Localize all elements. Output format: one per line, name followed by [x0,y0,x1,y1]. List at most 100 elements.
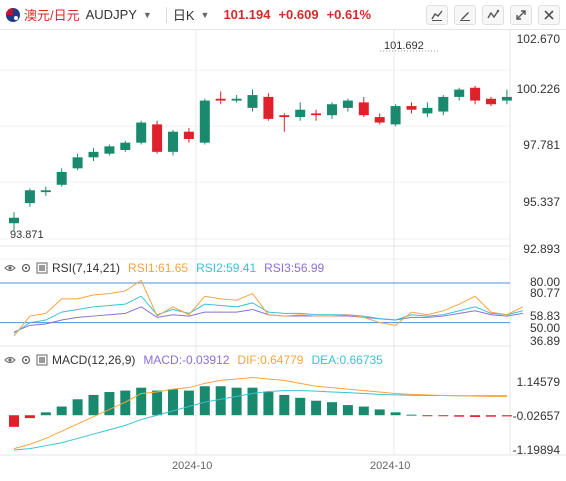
settings-button[interactable] [538,5,560,25]
indicator-toggle-icon[interactable] [36,354,48,366]
macd-histogram-bar [295,397,306,416]
candle-body [454,89,465,97]
candle-body [327,104,337,116]
candle-body [295,109,306,118]
rsi-axis-label: 36.89 [529,334,560,348]
toolbar: 澳元/日元 AUDJPY ▼ 日K ▼ 101.194 +0.609 +0.61… [0,0,566,30]
candle-body [88,151,99,158]
macd-histogram-bar [311,400,322,416]
macd-label: MACD(12,26,9) [52,353,136,367]
price-axis-label: 92.893 [523,242,560,256]
period-dropdown-icon[interactable]: ▼ [201,10,210,20]
candle-body [152,124,163,152]
line-chart-button[interactable] [426,5,448,25]
dea-value: DEA:0.66735 [311,353,383,367]
candle-body [438,96,449,112]
macd-histogram-bar [438,415,449,417]
rsi-label: RSI(7,14,21) [52,261,121,275]
macd-histogram-bar [470,415,481,417]
candle-body [24,190,35,204]
candle-body [247,95,258,108]
macd-histogram-bar [40,412,51,416]
price-change-pct: +0.61% [326,7,372,22]
settings-gear-icon[interactable] [20,354,32,366]
macd-legend: MACD(12,26,9) MACD:-0.03912 DIF:0.64779 … [4,353,391,367]
candle-body [104,146,115,154]
macd-histogram-bar [406,414,417,416]
draw-button[interactable] [454,5,476,25]
instrument-symbol[interactable]: AUDJPY [86,7,137,22]
candle-body [56,171,67,185]
rsi2-value: RSI2:59.41 [196,261,257,275]
candle-body [215,98,226,101]
divider [165,6,167,23]
macd-histogram-bar [120,390,131,416]
settings-gear-icon[interactable] [20,262,32,274]
macd-histogram-bar [358,406,369,416]
candle-body [263,96,274,119]
macd-histogram-bar [88,394,99,416]
macd-histogram-bar [215,386,226,416]
macd-histogram-bar [501,415,512,417]
macd-axis-label: -1.19894 [512,443,560,457]
macd-histogram-bar [279,394,290,416]
macd-histogram-bar [454,415,465,417]
candle-body [358,102,369,116]
eye-icon[interactable] [4,262,16,274]
macd-histogram-bar [231,387,242,416]
macd-histogram-bar [422,415,433,417]
candle-body [168,131,178,152]
candle-body [311,113,322,116]
high-price-marker: 101.692 [384,40,424,52]
candle-body [501,96,512,101]
price-change: +0.609 [278,7,319,22]
rsi1-value: RSI1:61.65 [128,261,189,275]
candle-body [390,106,401,125]
line-chart-icon [431,10,443,21]
x-axis-label: 2024-10 [172,460,213,472]
candle-body [72,157,83,169]
macd-histogram-bar [342,405,353,416]
candle-body [199,100,210,143]
macd-axis-label: 1.14579 [516,375,560,389]
expand-icon [516,10,526,20]
macd-histogram-bar [183,390,194,416]
expand-button[interactable] [510,5,532,25]
rsi3-value: RSI3:56.99 [264,261,325,275]
macd-histogram-bar [136,387,147,416]
aud-flag-icon [6,7,20,22]
symbol-dropdown-icon[interactable]: ▼ [143,10,152,20]
macd-histogram-bar [390,412,401,416]
period-selector[interactable]: 日K [173,5,195,24]
macd-histogram-bar [72,399,83,416]
macd-histogram-bar [263,392,274,416]
macd-histogram-bar [104,392,115,416]
rsi-axis-label: 50.00 [529,321,560,335]
indicator-toggle-icon[interactable] [36,262,48,274]
macd-histogram-bar [152,390,163,416]
candle-body [470,87,481,101]
candlestick-chart [0,30,566,481]
candle-body [279,115,290,118]
candle-body [9,217,19,224]
macd-histogram-bar [374,409,385,416]
current-price: 101.194 [223,7,271,22]
instrument-name: 澳元/日元 [24,8,80,23]
macd-histogram-bar [56,406,67,416]
indicator-icon [487,9,500,19]
dif-value: DIF:0.64779 [237,353,304,367]
toolbar-tools [426,5,560,25]
price-axis-label: 95.337 [523,195,560,209]
draw-icon [460,12,470,21]
macd-histogram-bar [247,387,258,416]
candle-body [422,107,433,114]
eye-icon[interactable] [4,354,16,366]
candle-body [406,106,417,110]
candle-body [342,100,353,108]
candle-body [40,190,51,193]
macd-histogram-bar [24,415,35,419]
macd-histogram-bar [327,402,337,416]
indicator-button[interactable] [482,5,504,25]
macd-histogram-bar [9,415,19,427]
settings-icon [544,10,554,20]
